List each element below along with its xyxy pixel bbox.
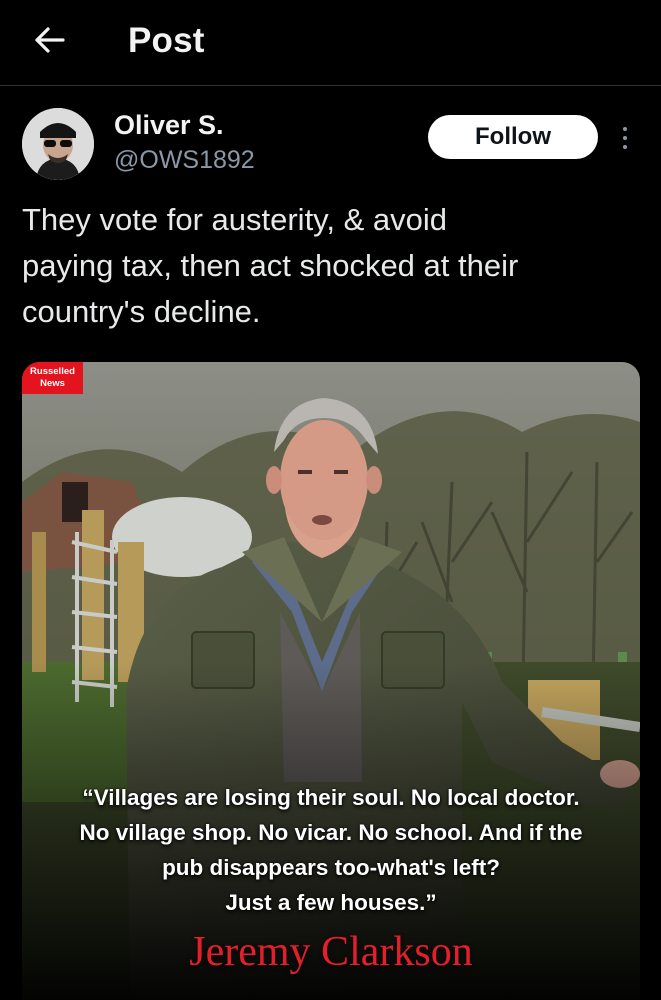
top-bar: Post [0, 0, 661, 86]
more-options-button[interactable] [612, 120, 638, 156]
author-handle: @OWS1892 [114, 146, 255, 174]
post-author: Oliver S. @OWS1892 Follow [22, 108, 642, 188]
quote-line: No village shop. No vicar. No school. An… [79, 820, 583, 845]
quote-author: Jeremy Clarkson [189, 929, 473, 975]
quote-line: “Villages are losing their soul. No loca… [82, 785, 580, 810]
more-vertical-icon [623, 127, 627, 131]
back-button[interactable] [30, 20, 70, 60]
source-badge-line: News [40, 378, 65, 389]
quote-line: pub disappears too-what's left? [162, 855, 500, 880]
follow-button[interactable]: Follow [428, 115, 598, 159]
source-badge-line: Russelled [30, 366, 75, 377]
source-badge: Russelled News [22, 362, 83, 394]
post-text-line: They vote for austerity, & avoid [22, 202, 448, 237]
post-image[interactable]: Russelled News “Villages are losing thei… [22, 362, 640, 1000]
author-display-name[interactable]: Oliver S. [114, 110, 224, 141]
post-text: They vote for austerity, & avoid paying … [22, 197, 632, 335]
post-text-line: country's decline. [22, 294, 261, 329]
quote-text: “Villages are losing their soul. No loca… [22, 780, 640, 920]
avatar[interactable] [22, 108, 94, 180]
page-title: Post [128, 21, 205, 60]
post-text-line: paying tax, then act shocked at their [22, 248, 519, 283]
more-vertical-icon [623, 136, 627, 140]
quote-line: Just a few houses.” [225, 890, 437, 915]
arrow-left-icon [35, 27, 65, 53]
more-vertical-icon [623, 145, 627, 149]
avatar-image [22, 108, 94, 180]
